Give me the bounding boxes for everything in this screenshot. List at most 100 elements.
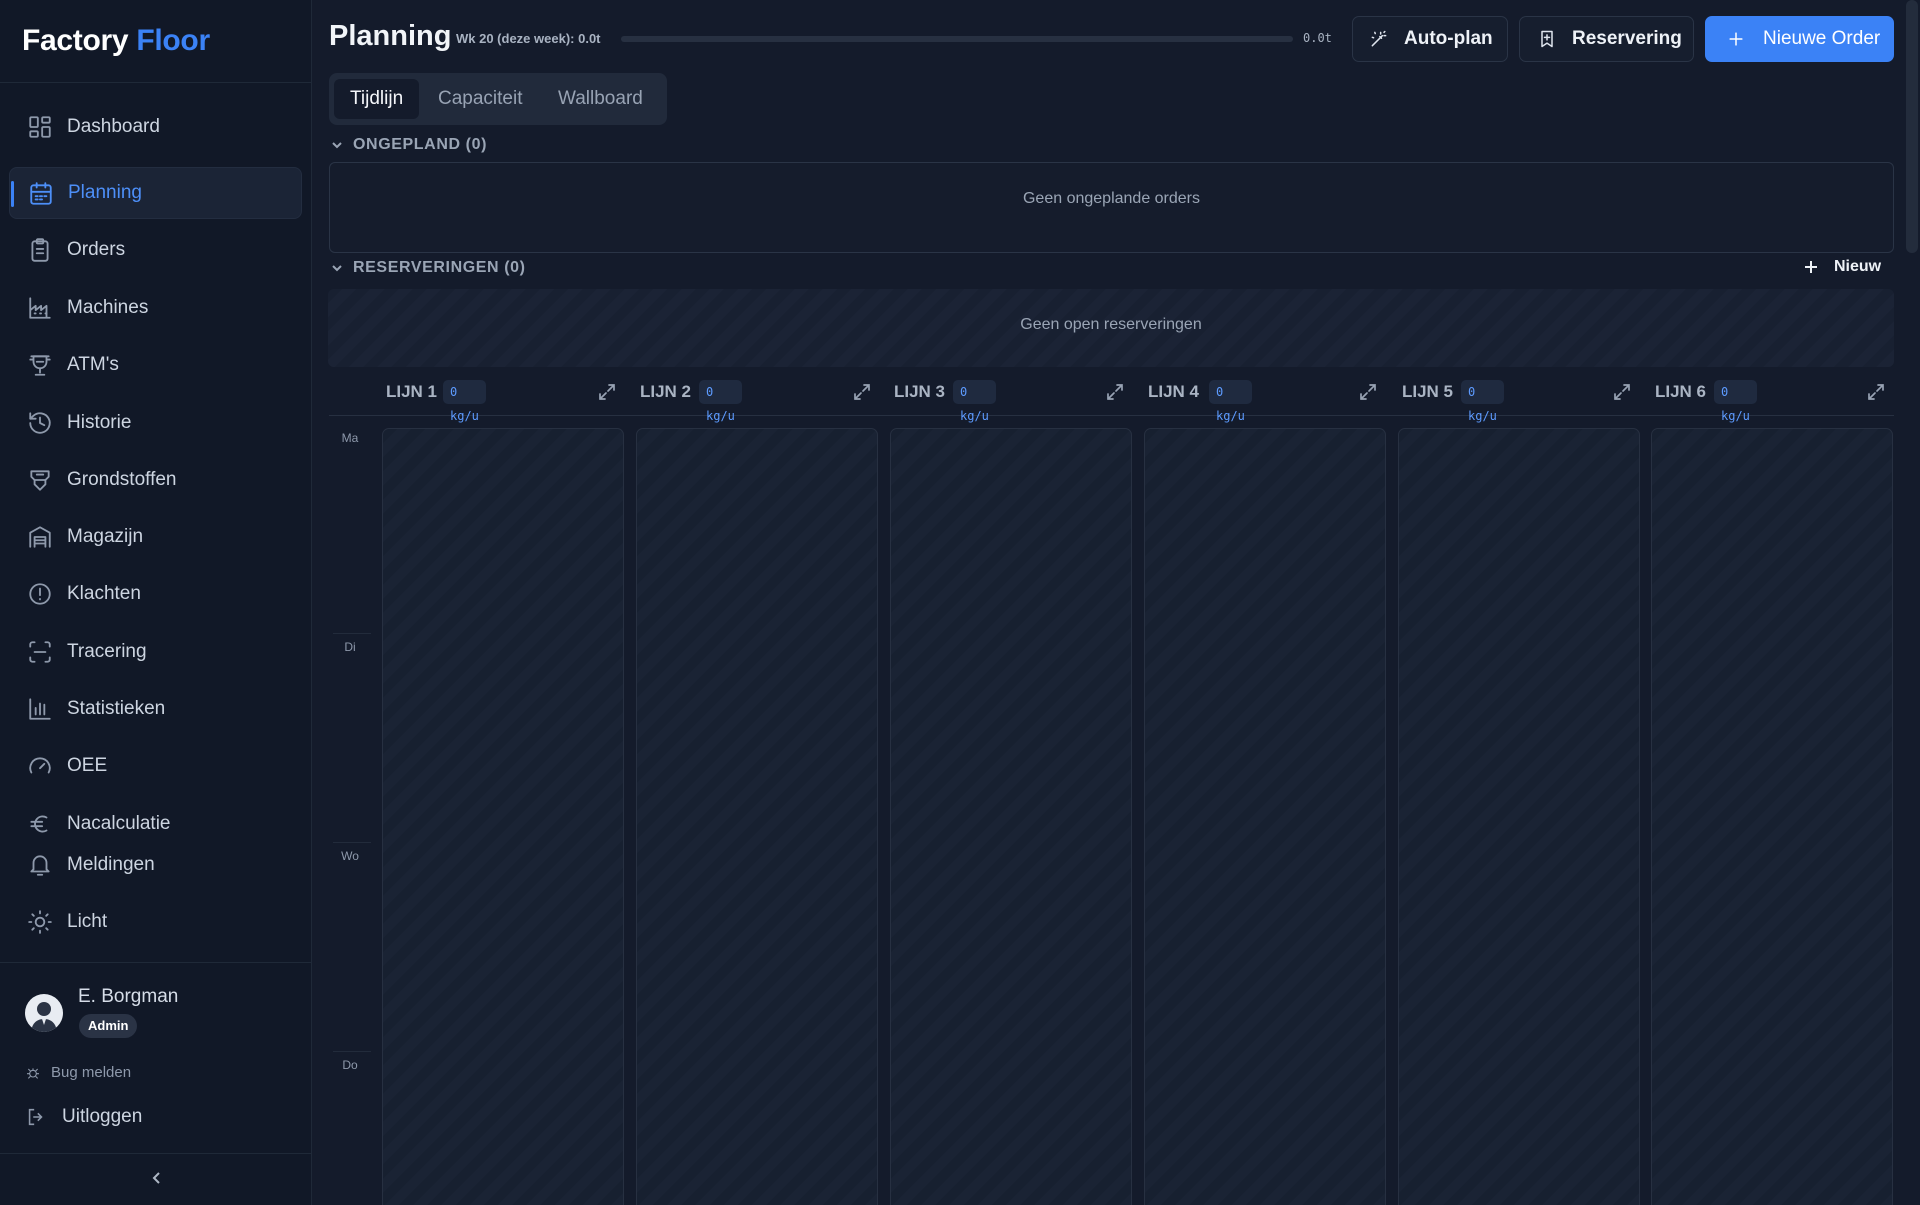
- expand-line-5-button[interactable]: [1612, 382, 1632, 402]
- tab-wallboard[interactable]: Wallboard: [558, 79, 643, 119]
- logout-button[interactable]: Uitloggen: [25, 1106, 142, 1128]
- bar-chart-icon: [27, 696, 53, 722]
- sidebar-divider: [0, 962, 311, 963]
- auto-plan-label: Auto-plan: [1404, 28, 1493, 49]
- tab-capaciteit[interactable]: Capaciteit: [438, 79, 523, 119]
- sidebar-item-label: Statistieken: [67, 698, 166, 719]
- sidebar-item-label: Grondstoffen: [67, 469, 177, 490]
- user-name: E. Borgman: [78, 986, 179, 1007]
- gauge-icon: [27, 753, 53, 779]
- day-label: Wo: [341, 849, 359, 863]
- sidebar-item-historie[interactable]: Historie: [9, 397, 302, 449]
- expand-line-6-button[interactable]: [1866, 382, 1886, 402]
- line-name: LIJN 2: [640, 382, 692, 401]
- sidebar-item-dashboard[interactable]: Dashboard: [9, 101, 302, 153]
- line-rate-badge: 0 kg/u: [699, 380, 742, 423]
- bell-icon: [27, 852, 53, 878]
- sidebar-item-statistieken[interactable]: Statistieken: [9, 683, 302, 735]
- line-rate-badge: 0 kg/u: [443, 380, 486, 423]
- plus-icon: [1729, 32, 1743, 46]
- sidebar-item-label: Licht: [67, 911, 108, 932]
- collapse-sidebar-button[interactable]: [148, 1168, 166, 1188]
- line-6-lane[interactable]: [1651, 428, 1893, 1205]
- expand-icon: [854, 384, 870, 400]
- expand-icon: [1868, 384, 1884, 400]
- expand-line-4-button[interactable]: [1358, 382, 1378, 402]
- day-label: Ma: [341, 431, 359, 445]
- unplanned-section-toggle[interactable]: ONGEPLAND (0): [330, 136, 487, 154]
- user-avatar-icon: [31, 1002, 57, 1032]
- sidebar-item-label: OEE: [67, 755, 108, 776]
- reservations-section-title: RESERVERINGEN (0): [353, 259, 526, 276]
- tab-tijdlijn[interactable]: Tijdlijn: [334, 79, 420, 119]
- sidebar-item-label: Historie: [67, 412, 132, 433]
- line-rate-badge: 0 kg/u: [953, 380, 996, 423]
- sidebar-item-licht[interactable]: Licht: [9, 896, 302, 948]
- week-load-progress: [621, 36, 1293, 42]
- expand-icon: [599, 384, 615, 400]
- calendar-icon: [28, 181, 54, 207]
- warehouse-icon: [27, 524, 53, 550]
- logout-icon: [28, 1108, 43, 1126]
- scan-icon: [27, 639, 53, 665]
- magic-wand-icon: [1371, 30, 1387, 47]
- reservation-label: Reservering: [1572, 28, 1682, 49]
- sidebar-item-oee[interactable]: OEE: [9, 740, 302, 792]
- brand-part-2: Floor: [136, 24, 210, 57]
- logout-label: Uitloggen: [62, 1106, 143, 1127]
- bookmark-icon: [1541, 30, 1553, 48]
- sidebar-item-orders[interactable]: Orders: [9, 224, 302, 276]
- sidebar-item-planning[interactable]: Planning: [9, 167, 302, 219]
- line-1-lane[interactable]: [382, 428, 624, 1205]
- sidebar-item-atms[interactable]: ATM's: [9, 339, 302, 391]
- reservation-button[interactable]: Reservering: [1519, 16, 1694, 62]
- sun-icon: [27, 909, 53, 935]
- bug-report-link[interactable]: Bug melden: [25, 1064, 131, 1081]
- new-reservation-button[interactable]: Nieuw: [1802, 258, 1881, 276]
- line-name: LIJN 6: [1655, 382, 1707, 401]
- sidebar-item-machines[interactable]: Machines: [9, 282, 302, 334]
- sidebar-item-label: Meldingen: [67, 854, 155, 875]
- alert-circle-icon: [27, 581, 53, 607]
- new-reservation-label: Nieuw: [1834, 258, 1882, 275]
- expand-icon: [1107, 384, 1123, 400]
- line-name: LIJN 4: [1148, 382, 1200, 401]
- expand-line-1-button[interactable]: [597, 382, 617, 402]
- feed-icon: [27, 467, 53, 493]
- sidebar-item-label: Magazijn: [67, 526, 144, 547]
- sidebar-item-label: Orders: [67, 239, 126, 260]
- line-name: LIJN 1: [386, 382, 438, 401]
- main-scrollbar[interactable]: [1906, 0, 1918, 253]
- day-label: Di: [344, 640, 356, 654]
- expand-icon: [1360, 384, 1376, 400]
- sidebar-item-meldingen[interactable]: Meldingen: [9, 839, 302, 891]
- sidebar-divider: [0, 1153, 311, 1154]
- sidebar-item-grondstoffen[interactable]: Grondstoffen: [9, 454, 302, 506]
- new-order-button[interactable]: Nieuwe Order: [1705, 16, 1894, 62]
- sidebar-item-klachten[interactable]: Klachten: [9, 568, 302, 620]
- expand-line-3-button[interactable]: [1105, 382, 1125, 402]
- view-tabs: Tijdlijn Capaciteit Wallboard: [329, 73, 667, 125]
- line-rate-badge: 0 kg/u: [1714, 380, 1757, 423]
- line-2-lane[interactable]: [636, 428, 878, 1205]
- sidebar-item-tracering[interactable]: Tracering: [9, 626, 302, 678]
- day-divider: [333, 1051, 371, 1052]
- history-icon: [27, 410, 53, 436]
- line-5-lane[interactable]: [1398, 428, 1640, 1205]
- auto-plan-button[interactable]: Auto-plan: [1352, 16, 1508, 62]
- sidebar-item-magazijn[interactable]: Magazijn: [9, 511, 302, 563]
- unplanned-section-title: ONGEPLAND (0): [353, 136, 488, 153]
- expand-icon: [1614, 384, 1630, 400]
- reservations-box: Geen open reserveringen: [328, 289, 1894, 367]
- avatar: [25, 994, 63, 1032]
- line-3-lane[interactable]: [890, 428, 1132, 1205]
- week-load-value: 0.0t: [1303, 31, 1332, 45]
- reservations-section-toggle[interactable]: RESERVERINGEN (0): [330, 259, 526, 277]
- sidebar-item-label: Tracering: [67, 641, 147, 662]
- expand-line-2-button[interactable]: [852, 382, 872, 402]
- euro-icon: [27, 811, 53, 837]
- brand-logo[interactable]: Factory Floor: [0, 0, 311, 83]
- line-4-lane[interactable]: [1144, 428, 1386, 1205]
- line-rate-badge: 0 kg/u: [1209, 380, 1252, 423]
- sidebar-item-label: Machines: [67, 297, 149, 318]
